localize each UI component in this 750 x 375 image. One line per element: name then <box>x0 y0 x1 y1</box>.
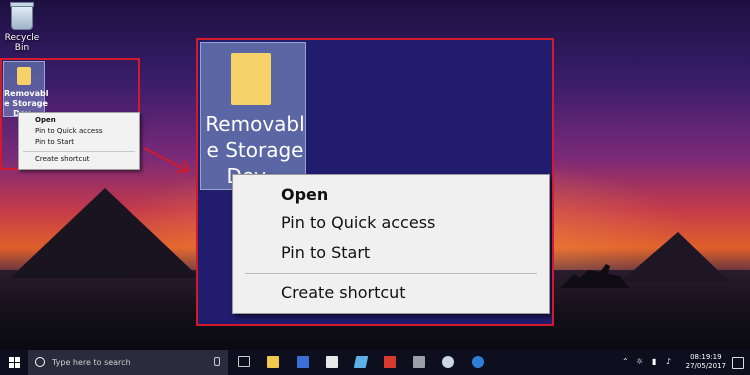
menu-item-open[interactable]: Open <box>35 116 56 124</box>
zoomed-menu-item-open[interactable]: Open <box>281 185 328 204</box>
context-menu-small: Open Pin to Quick access Pin to Start Cr… <box>18 112 140 170</box>
pyramid-right <box>620 232 730 282</box>
edge-icon[interactable] <box>472 356 484 368</box>
windows-logo-icon-part <box>15 363 20 368</box>
zoomed-label-line2: e Storage <box>206 138 304 162</box>
store-icon[interactable] <box>297 356 309 368</box>
highlight-frame-small: Removabl e Storage Dev... Open Pin to Qu… <box>0 58 140 170</box>
menu-item-pin-start[interactable]: Pin to Start <box>35 138 74 146</box>
zoomed-menu-item-pin-start[interactable]: Pin to Start <box>281 243 370 262</box>
windows-logo-icon <box>9 357 14 362</box>
drive-label-line1: Removabl <box>4 89 48 98</box>
highlight-frame-zoomed: Removabl e Storage Dev... Open Pin to Qu… <box>196 38 554 326</box>
system-clock[interactable]: 08:19:19 27/05/2017 <box>686 353 726 371</box>
calculator-icon[interactable] <box>413 356 425 368</box>
notepad-icon[interactable] <box>326 356 338 368</box>
zoom-arrow-icon <box>143 147 190 173</box>
paint-icon[interactable] <box>442 356 454 368</box>
clock-time: 08:19:19 <box>690 353 722 361</box>
recycle-bin-label-line1: Recycle <box>4 33 40 43</box>
pyramid-left <box>10 188 200 278</box>
zoomed-menu-item-pin-quick-access[interactable]: Pin to Quick access <box>281 213 435 232</box>
file-explorer-icon[interactable] <box>267 356 279 368</box>
zoomed-menu-separator <box>245 273 537 274</box>
windows-logo-icon-part <box>15 357 20 362</box>
zoomed-menu-item-create-shortcut[interactable]: Create shortcut <box>281 283 406 302</box>
app-icon[interactable] <box>353 356 369 368</box>
recycle-bin-label-line2: Bin <box>14 43 30 53</box>
clock-date: 27/05/2017 <box>685 362 726 370</box>
search-placeholder: Type here to search <box>52 358 131 367</box>
zoomed-drive-icon-selected[interactable]: Removabl e Storage Dev... <box>200 42 306 190</box>
camel-silhouette <box>560 264 630 288</box>
drive-label-line2: e Storage <box>4 99 48 108</box>
context-menu-zoomed: Open Pin to Quick access Pin to Start Cr… <box>232 174 550 314</box>
action-center-icon[interactable] <box>732 357 744 369</box>
removable-drive-icon-selected[interactable]: Removabl e Storage Dev... <box>3 61 48 118</box>
search-box[interactable]: Type here to search <box>28 350 228 375</box>
recycle-bin-icon <box>10 2 34 30</box>
microphone-icon[interactable] <box>214 357 220 366</box>
menu-separator <box>23 151 135 152</box>
menu-item-pin-quick-access[interactable]: Pin to Quick access <box>35 127 103 135</box>
recycle-bin[interactable]: Recycle Bin <box>3 2 41 53</box>
zoomed-folder-icon <box>231 53 271 105</box>
volume-icon[interactable]: ♪ <box>666 357 671 366</box>
start-button[interactable] <box>0 350 28 375</box>
show-hidden-icons-icon[interactable]: ⌃ <box>622 357 629 366</box>
taskbar: Type here to search ⌃ ☼ ▮ ♪ 08:19:19 27/… <box>0 350 750 375</box>
folder-icon <box>17 67 31 85</box>
network-icon[interactable]: ☼ <box>636 357 643 366</box>
battery-icon[interactable]: ▮ <box>652 357 656 366</box>
cortana-icon <box>35 357 45 367</box>
remote-icon[interactable] <box>384 356 396 368</box>
menu-item-create-shortcut[interactable]: Create shortcut <box>35 155 90 163</box>
windows-logo-icon-part <box>9 363 14 368</box>
zoomed-label-line1: Removabl <box>205 112 305 136</box>
task-view-icon[interactable] <box>238 356 250 367</box>
